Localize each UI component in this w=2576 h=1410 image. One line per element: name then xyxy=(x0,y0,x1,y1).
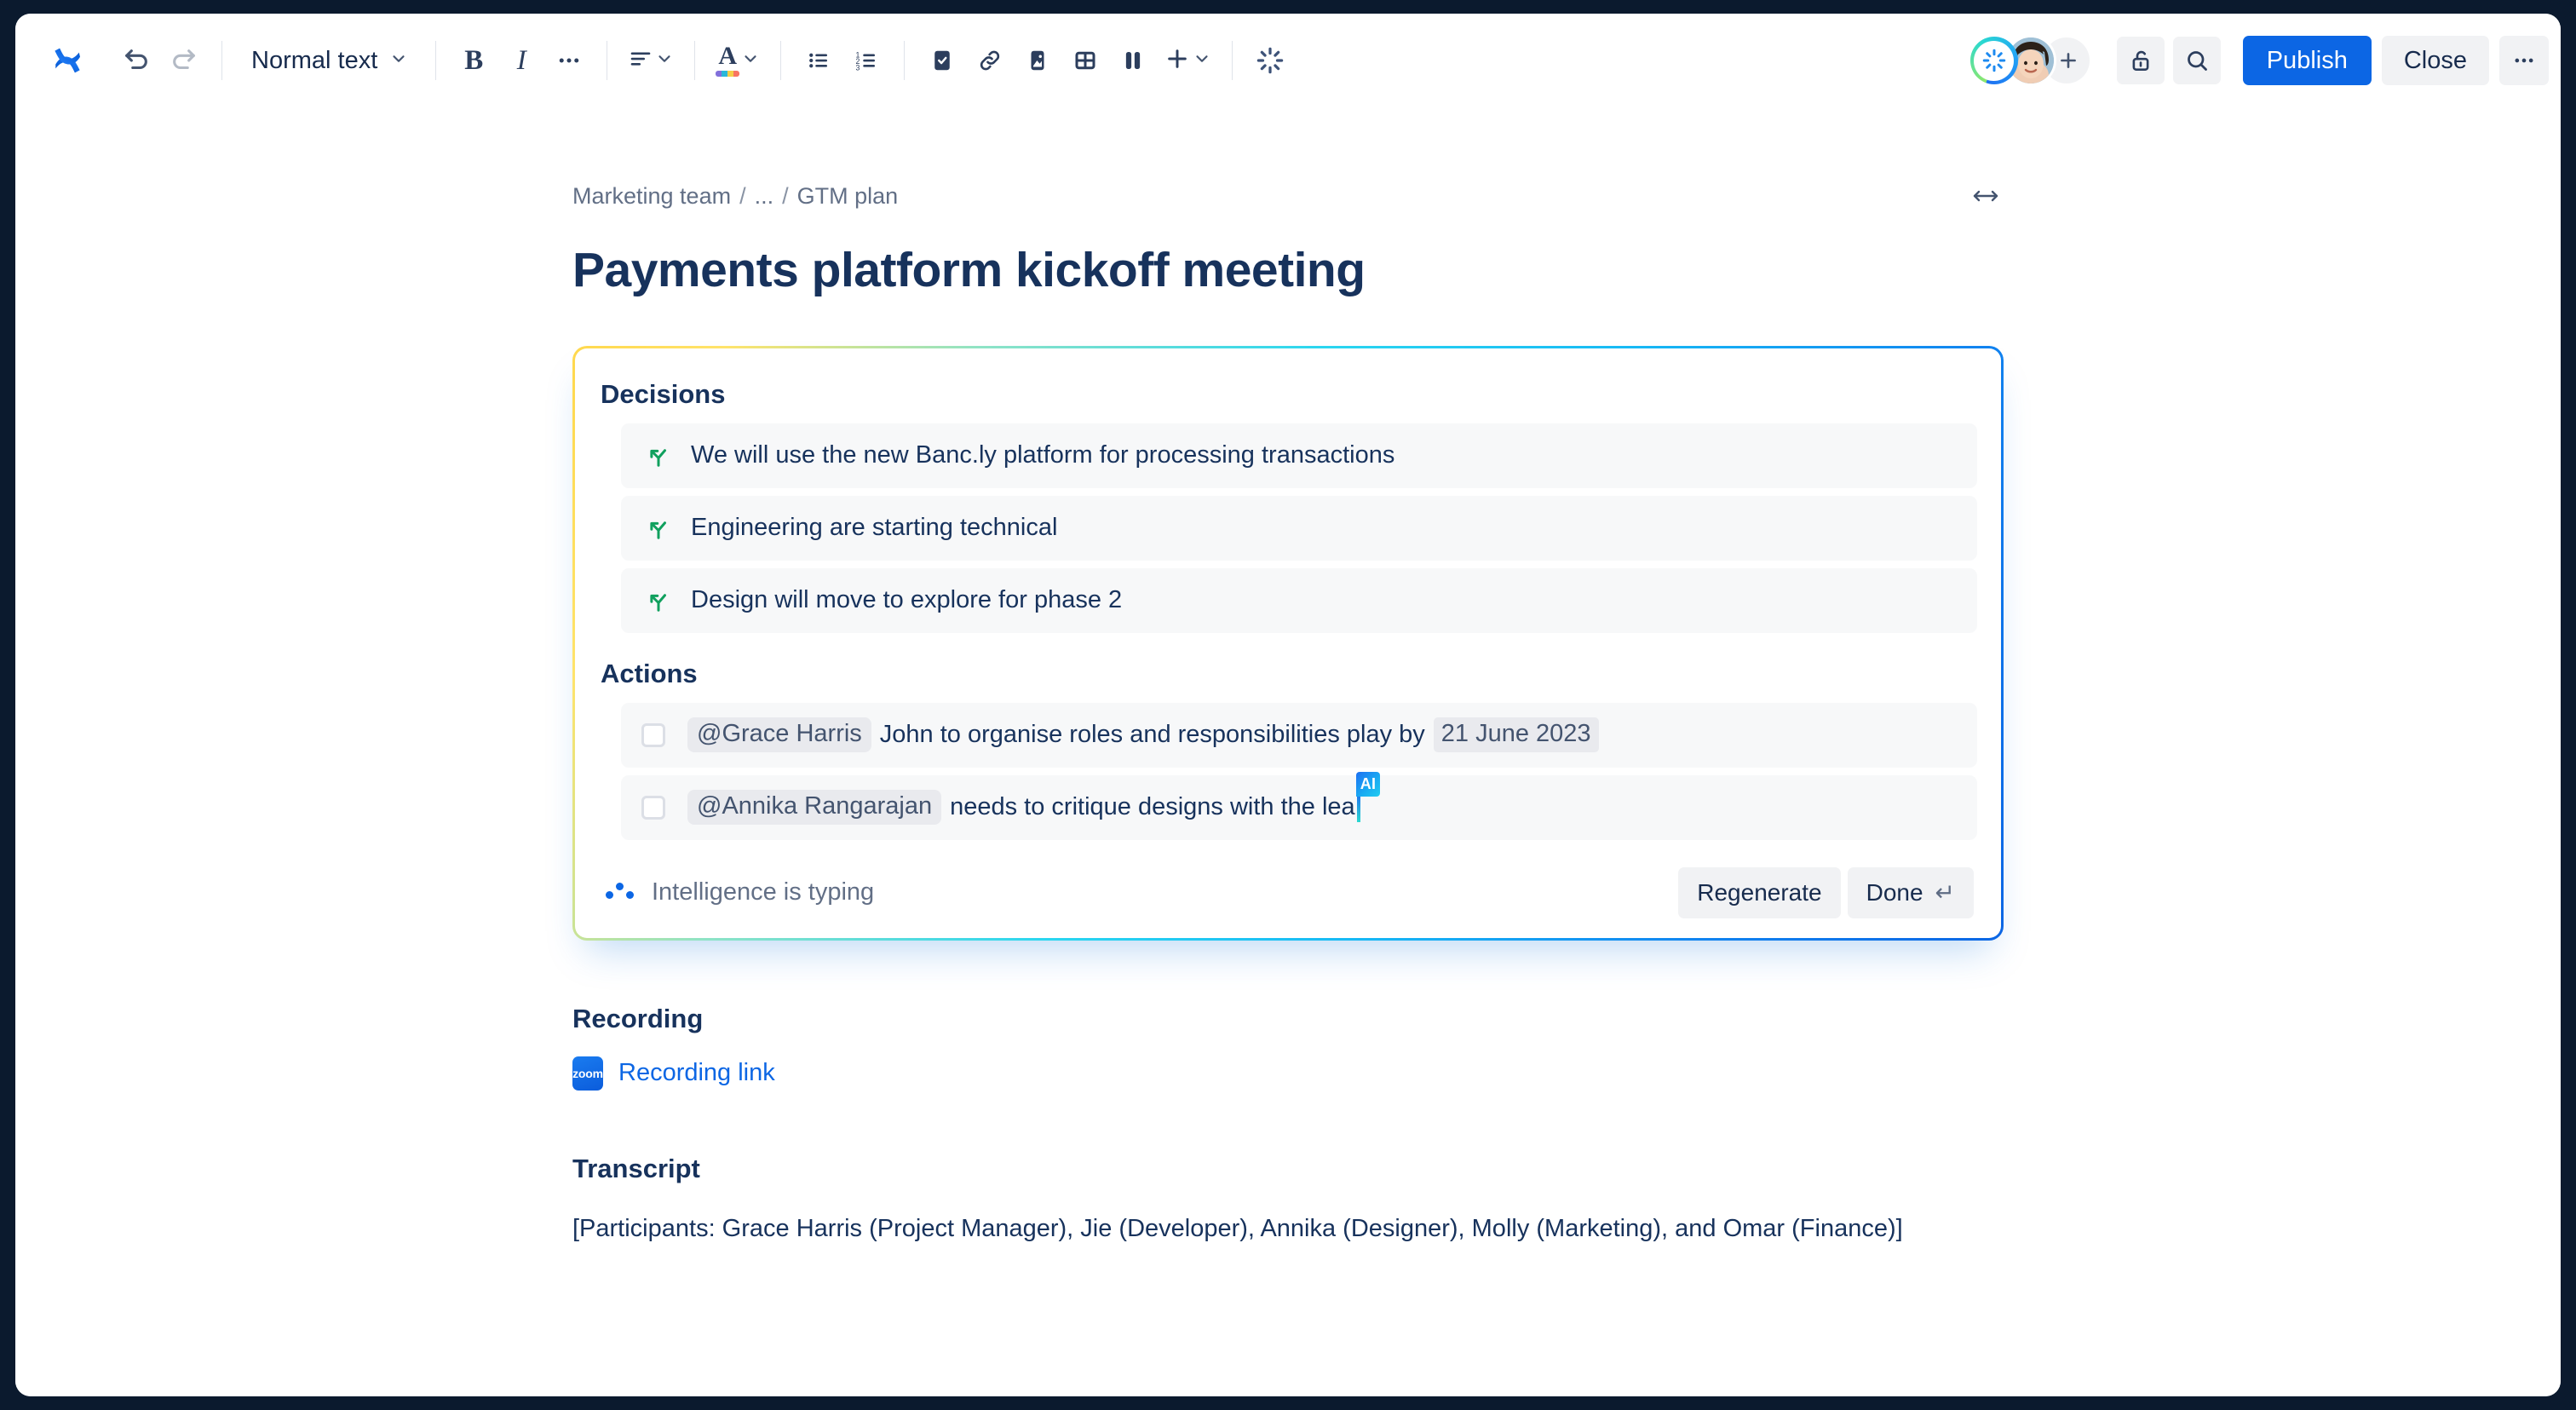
text-style-dropdown[interactable]: Normal text xyxy=(236,36,422,85)
image-icon[interactable] xyxy=(1014,37,1061,84)
publish-button[interactable]: Publish xyxy=(2242,36,2372,85)
undo-icon[interactable] xyxy=(112,37,160,84)
enter-key-icon: ↵ xyxy=(1935,879,1955,906)
breadcrumb-separator: / xyxy=(782,182,789,209)
numbered-list-icon[interactable]: 123 xyxy=(842,37,890,84)
atlassian-intelligence-sparkle-icon[interactable] xyxy=(1246,37,1294,84)
page-body: Marketing team / ... / GTM plan Payments… xyxy=(550,107,2026,1247)
mention-chip[interactable]: @Grace Harris xyxy=(687,717,871,753)
action-row[interactable]: @Annika Rangarajan needs to critique des… xyxy=(621,771,1977,840)
decision-fork-icon xyxy=(641,588,676,613)
page-title[interactable]: Payments platform kickoff meeting xyxy=(572,243,2004,298)
ai-panel-footer: Intelligence is typing Regenerate Done ↵ xyxy=(599,848,1977,938)
toolbar-divider xyxy=(694,41,696,80)
decision-row[interactable]: Engineering are starting technical xyxy=(621,495,1977,561)
editor-content-area: Marketing team / ... / GTM plan Payments… xyxy=(15,107,2561,1396)
text-style-label: Normal text xyxy=(251,46,378,74)
ai-panel-actions: Regenerate Done ↵ xyxy=(1678,866,1974,918)
italic-button[interactable]: I xyxy=(497,37,545,84)
more-actions-icon[interactable] xyxy=(2499,36,2549,85)
chevron-down-icon xyxy=(655,49,674,72)
decision-text: Design will move to explore for phase 2 xyxy=(691,585,1123,613)
full-width-toggle-icon[interactable] xyxy=(1971,185,2004,207)
chevron-down-icon xyxy=(1193,49,1211,72)
breadcrumb-item-parent[interactable]: GTM plan xyxy=(797,183,899,210)
ai-caret-badge: AI xyxy=(1355,771,1381,797)
text-align-dropdown[interactable] xyxy=(621,37,681,84)
text-align-left-icon xyxy=(628,46,653,76)
bold-button[interactable]: B xyxy=(450,37,497,84)
breadcrumb: Marketing team / ... / GTM plan xyxy=(572,183,898,210)
typing-dots-icon xyxy=(606,880,635,906)
recording-link[interactable]: Recording link xyxy=(618,1059,775,1087)
mention-chip[interactable]: @Annika Rangarajan xyxy=(687,790,942,826)
ai-panel-inner: Decisions We will use the new Banc.ly pl… xyxy=(575,348,2001,938)
decision-row[interactable]: Design will move to explore for phase 2 xyxy=(621,567,1977,633)
decisions-heading: Decisions xyxy=(601,378,726,409)
action-row[interactable]: @Grace Harris John to organise roles and… xyxy=(621,702,1977,768)
decision-text: Engineering are starting technical xyxy=(691,513,1058,541)
breadcrumb-item-space[interactable]: Marketing team xyxy=(572,183,731,210)
ai-summary-panel: Decisions We will use the new Banc.ly pl… xyxy=(550,326,2026,966)
task-checkbox-icon[interactable] xyxy=(918,37,966,84)
recording-link-row: zoom Recording link xyxy=(572,1056,2004,1091)
ai-typing-caret: AI xyxy=(1355,771,1381,822)
confluence-editor-window: Normal text B I A 1 2 3 Publish Close Ma… xyxy=(15,14,2561,1396)
zoom-logo-icon: zoom xyxy=(572,1056,603,1091)
toolbar-divider xyxy=(904,41,906,80)
presence-cluster xyxy=(1969,37,2090,84)
bullet-list-icon[interactable] xyxy=(795,37,842,84)
toolbar-divider xyxy=(221,41,222,80)
breadcrumb-row: Marketing team / ... / GTM plan xyxy=(572,177,2004,215)
text-color-dropdown[interactable]: A xyxy=(709,37,767,84)
chevron-down-icon xyxy=(741,49,760,72)
done-label: Done xyxy=(1866,878,1923,906)
action-text: John to organise roles and responsibilit… xyxy=(879,721,1425,749)
svg-text:3: 3 xyxy=(856,63,860,72)
transcript-body: [Participants: Grace Harris (Project Man… xyxy=(572,1214,1903,1242)
actions-heading: Actions xyxy=(601,658,698,688)
zoom-logo-label: zoom xyxy=(572,1066,603,1080)
chevron-down-icon xyxy=(389,47,408,75)
breadcrumb-item-ellipsis[interactable]: ... xyxy=(755,183,774,210)
text-color-icon: A xyxy=(716,41,740,78)
table-icon[interactable] xyxy=(1061,37,1109,84)
italic-label: I xyxy=(516,44,526,76)
regenerate-button[interactable]: Regenerate xyxy=(1678,866,1841,918)
toolbar-divider xyxy=(780,41,782,80)
bold-label: B xyxy=(464,44,484,76)
due-date-chip[interactable]: 21 June 2023 xyxy=(1433,717,1599,753)
breadcrumb-separator: / xyxy=(739,182,746,209)
decision-row[interactable]: We will use the new Banc.ly platform for… xyxy=(621,423,1977,488)
text-color-letter: A xyxy=(718,41,738,70)
link-icon[interactable] xyxy=(966,37,1014,84)
action-text: needs to critique designs with the lea xyxy=(950,793,1355,821)
atlassian-intelligence-avatar-icon[interactable] xyxy=(1969,37,2018,84)
confluence-logo-icon[interactable] xyxy=(44,37,90,83)
insert-dropdown[interactable] xyxy=(1157,37,1218,84)
decision-fork-icon xyxy=(641,515,676,541)
search-icon[interactable] xyxy=(2172,37,2221,84)
recording-heading: Recording xyxy=(572,1003,704,1033)
transcript-heading: Transcript xyxy=(572,1153,700,1183)
decision-text: We will use the new Banc.ly platform for… xyxy=(691,440,1395,469)
editor-toolbar: Normal text B I A 1 2 3 Publish Close xyxy=(15,14,2561,107)
unchecked-checkbox-icon[interactable] xyxy=(641,722,665,747)
plus-icon xyxy=(1164,45,1191,77)
toolbar-divider xyxy=(1232,41,1233,80)
history-group xyxy=(112,37,208,84)
unchecked-checkbox-icon[interactable] xyxy=(641,795,665,820)
decision-fork-icon xyxy=(641,443,676,469)
screenshot-frame: Normal text B I A 1 2 3 Publish Close Ma… xyxy=(0,0,2576,1410)
done-button[interactable]: Done ↵ xyxy=(1847,866,1974,918)
more-formatting-icon[interactable] xyxy=(545,37,593,84)
close-button[interactable]: Close xyxy=(2381,36,2489,85)
redo-icon[interactable] xyxy=(160,37,208,84)
ai-status-label: Intelligence is typing xyxy=(652,878,875,906)
restrictions-padlock-icon[interactable] xyxy=(2116,37,2165,84)
toolbar-divider xyxy=(435,41,437,80)
columns-layout-icon[interactable] xyxy=(1109,37,1157,84)
